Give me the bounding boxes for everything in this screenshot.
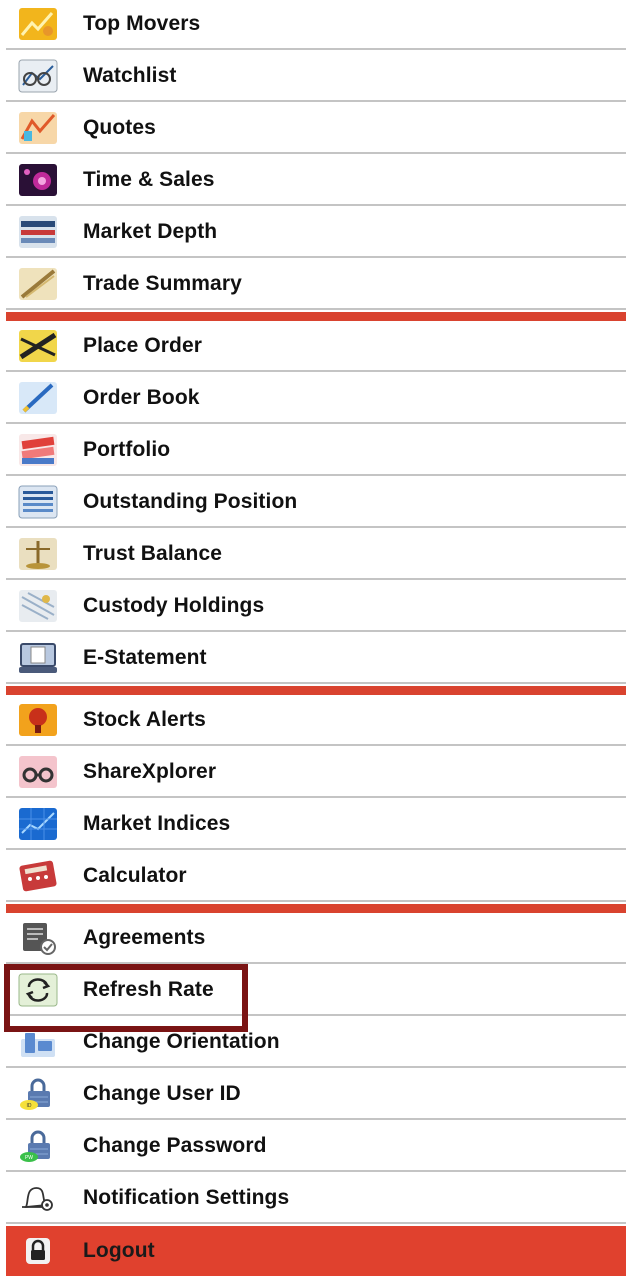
menu-item-change-password[interactable]: PW Change Password [6,1122,626,1172]
menu-item-agreements[interactable]: Agreements [6,914,626,964]
svg-text:ID: ID [27,1103,32,1109]
menu-item-label: Trade Summary [83,272,242,295]
menu-item-label: Market Depth [83,220,218,243]
section-separator [6,686,626,695]
sharexplorer-icon [18,755,58,789]
menu-item-trade-summary[interactable]: Trade Summary [6,260,626,310]
orientation-icon [18,1025,58,1059]
menu-item-label: Change Orientation [83,1030,280,1053]
menu-item-label: E-Statement [83,646,207,669]
menu-item-order-book[interactable]: Order Book [6,374,626,424]
user-id-lock-icon: ID [18,1077,58,1111]
menu-item-label: Top Movers [83,12,201,35]
section-separator [6,312,626,321]
market-depth-icon [18,215,58,249]
menu-item-trust-balance[interactable]: Trust Balance [6,530,626,580]
menu-item-label: Change Password [83,1134,267,1157]
menu-item-label: Notification Settings [83,1186,290,1209]
menu-item-top-movers[interactable]: Top Movers [6,0,626,50]
menu-item-label: Change User ID [83,1082,241,1105]
menu-item-label: Agreements [83,926,206,949]
time-sales-icon [18,163,58,197]
menu-item-quotes[interactable]: Quotes [6,104,626,154]
menu-item-watchlist[interactable]: Watchlist [6,52,626,102]
menu-item-label: Stock Alerts [83,708,206,731]
trust-balance-icon [18,537,58,571]
place-order-icon [18,329,58,363]
menu-item-market-depth[interactable]: Market Depth [6,208,626,258]
section-separator [6,904,626,913]
menu-item-logout[interactable]: Logout [6,1226,626,1276]
menu-item-label: Time & Sales [83,168,215,191]
custody-holdings-icon [18,589,58,623]
menu-item-outstanding-position[interactable]: Outstanding Position [6,478,626,528]
menu-item-label: ShareXplorer [83,760,217,783]
menu-item-sharexplorer[interactable]: ShareXplorer [6,748,626,798]
market-indices-icon [18,807,58,841]
refresh-icon [18,973,58,1007]
menu-item-change-orientation[interactable]: Change Orientation [6,1018,626,1068]
menu-item-label: Custody Holdings [83,594,265,617]
outstanding-position-icon [18,485,58,519]
menu-item-market-indices[interactable]: Market Indices [6,800,626,850]
menu-item-label: Portfolio [83,438,171,461]
menu-item-label: Quotes [83,116,156,139]
calculator-icon [18,859,58,893]
portfolio-icon [18,433,58,467]
order-book-icon [18,381,58,415]
menu-item-label: Calculator [83,864,187,887]
menu-item-label: Place Order [83,334,202,357]
menu-item-label: Logout [83,1239,155,1262]
menu-item-calculator[interactable]: Calculator [6,852,626,902]
menu-item-label: Watchlist [83,64,177,87]
menu-item-notification-settings[interactable]: Notification Settings [6,1174,626,1224]
menu-item-label: Trust Balance [83,542,223,565]
watchlist-icon [18,59,58,93]
menu-item-change-user-id[interactable]: ID Change User ID [6,1070,626,1120]
menu-item-custody-holdings[interactable]: Custody Holdings [6,582,626,632]
menu-item-stock-alerts[interactable]: Stock Alerts [6,696,626,746]
quotes-icon [18,111,58,145]
agreements-icon [18,921,58,955]
menu-item-place-order[interactable]: Place Order [6,322,626,372]
menu-item-refresh-rate[interactable]: Refresh Rate [6,966,626,1016]
svg-text:PW: PW [25,1155,33,1161]
top-movers-icon [18,7,58,41]
menu-item-time-sales[interactable]: Time & Sales [6,156,626,206]
password-lock-icon: PW [18,1129,58,1163]
menu-item-label: Outstanding Position [83,490,298,513]
menu-item-label: Refresh Rate [83,978,214,1001]
menu-item-label: Market Indices [83,812,231,835]
menu-item-e-statement[interactable]: E-Statement [6,634,626,684]
e-statement-icon [18,641,58,675]
padlock-icon [18,1234,58,1268]
menu-item-portfolio[interactable]: Portfolio [6,426,626,476]
notification-settings-icon [18,1181,58,1215]
stock-alerts-icon [18,703,58,737]
menu-item-label: Order Book [83,386,200,409]
trade-summary-icon [18,267,58,301]
